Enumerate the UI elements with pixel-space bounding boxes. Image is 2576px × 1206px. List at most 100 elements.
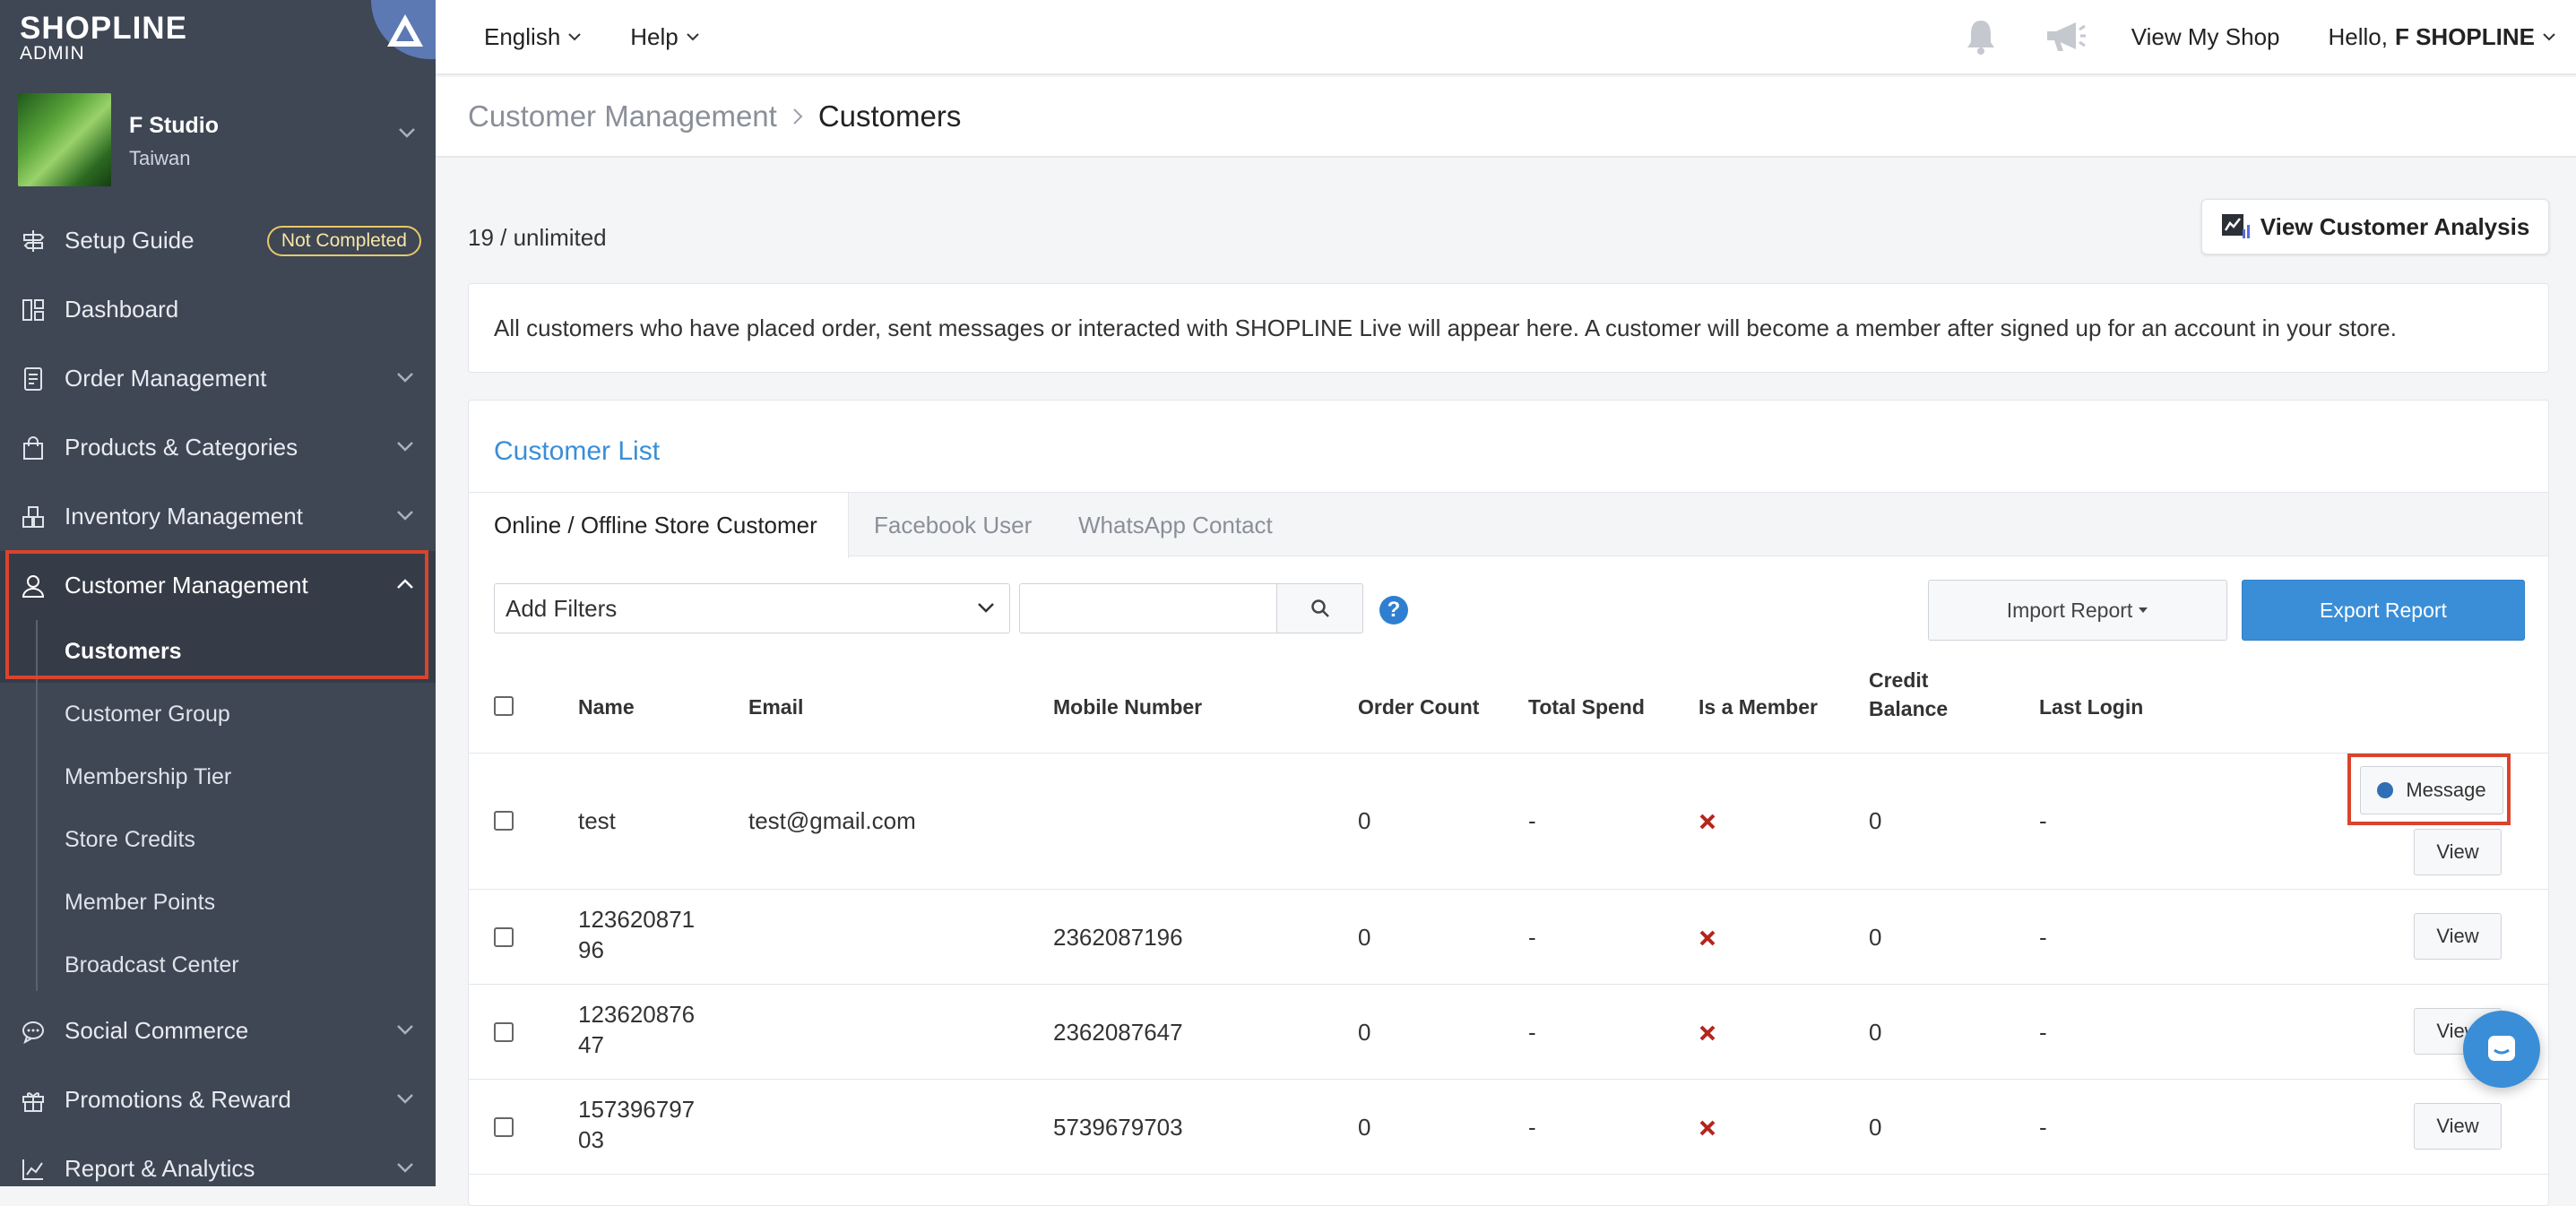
sidebar-item-label: Setup Guide <box>65 227 194 254</box>
customer-last-login: - <box>2039 807 2047 834</box>
message-button[interactable]: Message <box>2360 766 2503 814</box>
sidebar-item-customer-management[interactable]: Customer Management <box>0 551 436 620</box>
chat-icon <box>2488 1036 2515 1061</box>
table-row: 157396797 03 5739679703 0 - 0 - View <box>469 1080 2548 1175</box>
customer-mobile: 2362087196 <box>1053 924 1183 951</box>
sidebar-subitem-customer-group[interactable]: Customer Group <box>0 683 436 745</box>
message-dot-icon <box>2377 782 2394 798</box>
sidebar-subitem-membership-tier[interactable]: Membership Tier <box>0 745 436 808</box>
column-email[interactable]: Email <box>748 693 803 721</box>
sidebar-item-label: Customer Management <box>65 572 308 599</box>
language-label: English <box>484 22 561 50</box>
sidebar-item-inventory[interactable]: Inventory Management <box>0 482 436 551</box>
help-dropdown[interactable]: Help <box>630 23 699 51</box>
receipt-icon <box>20 366 47 392</box>
column-credit[interactable]: Credit <box>1869 666 1928 694</box>
select-all-checkbox[interactable] <box>494 696 514 716</box>
customer-name-line2[interactable]: 03 <box>578 1124 604 1155</box>
chevron-down-icon <box>397 1024 413 1035</box>
tab-online-offline[interactable]: Online / Offline Store Customer <box>469 493 849 558</box>
user-menu[interactable]: Hello, F SHOPLINE <box>2329 23 2557 51</box>
not-completed-badge: Not Completed <box>266 226 421 256</box>
gift-icon <box>20 1087 47 1114</box>
live-chat-button[interactable] <box>2463 1011 2540 1088</box>
customer-name-line1[interactable]: 123620871 <box>578 904 695 935</box>
search-input[interactable] <box>1019 583 1277 633</box>
language-dropdown[interactable]: English <box>484 23 582 51</box>
sidebar-item-label: Report & Analytics <box>65 1155 255 1182</box>
info-notice: All customers who have placed order, sen… <box>468 283 2549 373</box>
top-bar-right: View My Shop Hello, F SHOPLINE <box>1963 18 2576 56</box>
column-is-member[interactable]: Is a Member <box>1699 693 1818 721</box>
not-member-x-icon <box>1699 1025 1716 1041</box>
breadcrumb-parent[interactable]: Customer Management <box>468 99 777 134</box>
import-report-button[interactable]: Import Report <box>1928 580 2227 641</box>
column-last-login[interactable]: Last Login <box>2039 693 2143 721</box>
customer-last-login: - <box>2039 1114 2047 1141</box>
chevron-down-icon <box>397 510 413 521</box>
search-button[interactable] <box>1277 583 1363 633</box>
filter-select-label: Add Filters <box>506 594 618 622</box>
shopline-mountain-icon <box>387 14 423 47</box>
customer-email: test@gmail.com <box>748 807 916 834</box>
customer-tabs: Online / Offline Store Customer Facebook… <box>469 492 2548 558</box>
store-region: Taiwan <box>129 147 191 169</box>
customer-list-title: Customer List <box>494 436 661 466</box>
export-report-button[interactable]: Export Report <box>2242 580 2525 641</box>
top-bar: English Help View My Shop Hello, F SHOPL… <box>436 0 2576 75</box>
sidebar-subitem-customers[interactable]: Customers <box>0 620 436 683</box>
column-order-count[interactable]: Order Count <box>1358 693 1479 721</box>
row-checkbox[interactable] <box>494 811 514 831</box>
add-filters-select[interactable]: Add Filters <box>494 583 1010 633</box>
tab-whatsapp-contact[interactable]: WhatsApp Contact <box>1078 493 1273 557</box>
help-icon[interactable]: ? <box>1379 596 1408 625</box>
store-switcher[interactable]: F Studio Taiwan <box>18 93 418 186</box>
column-total-spend[interactable]: Total Spend <box>1528 693 1645 721</box>
column-name[interactable]: Name <box>578 693 635 721</box>
view-customer-analysis-button[interactable]: View Customer Analysis <box>2201 199 2549 254</box>
chevron-down-icon <box>687 33 699 41</box>
row-checkbox[interactable] <box>494 927 514 947</box>
sidebar-item-setup-guide[interactable]: Setup Guide Not Completed <box>0 206 436 275</box>
megaphone-icon[interactable] <box>2044 19 2087 55</box>
customer-last-login: - <box>2039 1019 2047 1046</box>
view-my-shop-link[interactable]: View My Shop <box>2131 23 2280 51</box>
customer-name-line2[interactable]: 47 <box>578 1029 604 1060</box>
customer-total-spend: - <box>1528 924 1536 951</box>
customer-credit-balance: 0 <box>1869 924 1882 951</box>
customer-name-line1[interactable]: 157396797 <box>578 1094 695 1124</box>
row-checkbox[interactable] <box>494 1117 514 1137</box>
customer-name-line1[interactable]: 123620876 <box>578 999 695 1029</box>
customer-name-line2[interactable]: 96 <box>578 935 604 965</box>
view-button[interactable]: View <box>2414 913 2502 960</box>
sidebar-item-label: Products & Categories <box>65 434 298 461</box>
customer-credit-balance: 0 <box>1869 1019 1882 1046</box>
chevron-down-icon <box>568 33 581 41</box>
column-balance[interactable]: Balance <box>1869 694 1948 723</box>
customer-name[interactable]: test <box>578 805 616 836</box>
view-button[interactable]: View <box>2414 829 2502 875</box>
customer-credit-balance: 0 <box>1869 1114 1882 1141</box>
view-button[interactable]: View <box>2414 1103 2502 1150</box>
bell-icon[interactable] <box>1963 18 1999 56</box>
sidebar-subitem-member-points[interactable]: Member Points <box>0 871 436 934</box>
sidebar-item-report-analytics[interactable]: Report & Analytics <box>0 1134 436 1186</box>
message-button-label: Message <box>2406 779 2486 801</box>
customer-order-count: 0 <box>1358 807 1371 834</box>
customer-management-submenu: Customers Customer Group Membership Tier… <box>0 620 436 996</box>
sidebar-subitem-broadcast-center[interactable]: Broadcast Center <box>0 934 436 996</box>
sidebar-item-social-commerce[interactable]: Social Commerce <box>0 996 436 1065</box>
sidebar-item-label: Social Commerce <box>65 1017 249 1044</box>
sidebar-item-promotions[interactable]: Promotions & Reward <box>0 1065 436 1134</box>
customer-mobile: 2362087647 <box>1053 1019 1183 1046</box>
column-mobile[interactable]: Mobile Number <box>1053 693 1202 721</box>
table-row: test test@gmail.com 0 - 0 - Message View <box>469 754 2548 890</box>
sidebar-item-products[interactable]: Products & Categories <box>0 413 436 482</box>
row-checkbox[interactable] <box>494 1022 514 1042</box>
logo[interactable]: SHOPLINE ADMIN <box>0 0 436 75</box>
sidebar-item-order-management[interactable]: Order Management <box>0 344 436 413</box>
sidebar-subitem-store-credits[interactable]: Store Credits <box>0 808 436 871</box>
sidebar-item-dashboard[interactable]: Dashboard <box>0 275 436 344</box>
tab-facebook-user[interactable]: Facebook User <box>874 493 1032 557</box>
sidebar-item-label: Order Management <box>65 365 267 392</box>
